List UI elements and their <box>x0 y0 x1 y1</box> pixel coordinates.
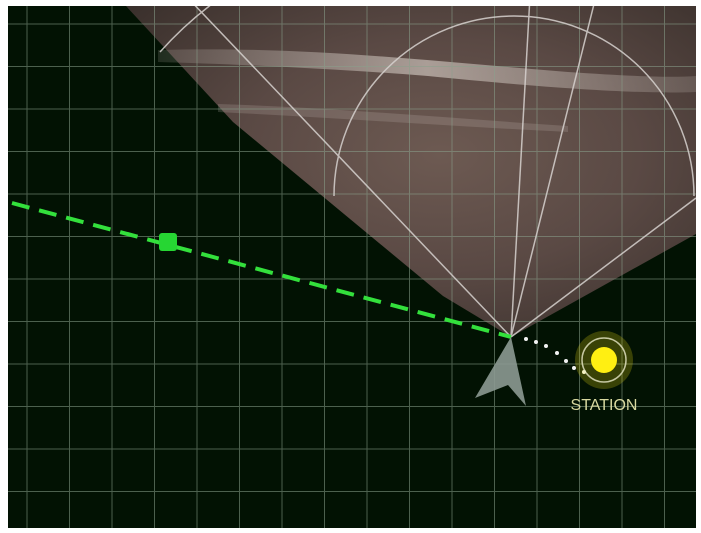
waypoint-square-icon[interactable] <box>159 233 177 251</box>
vessel-arrow-icon[interactable] <box>475 337 526 406</box>
station-marker-icon[interactable] <box>575 331 633 389</box>
station-label: STATION <box>571 397 638 414</box>
sonar-canvas[interactable]: STATION <box>8 6 696 528</box>
sonar-navigation-view[interactable]: STATION <box>8 6 696 528</box>
